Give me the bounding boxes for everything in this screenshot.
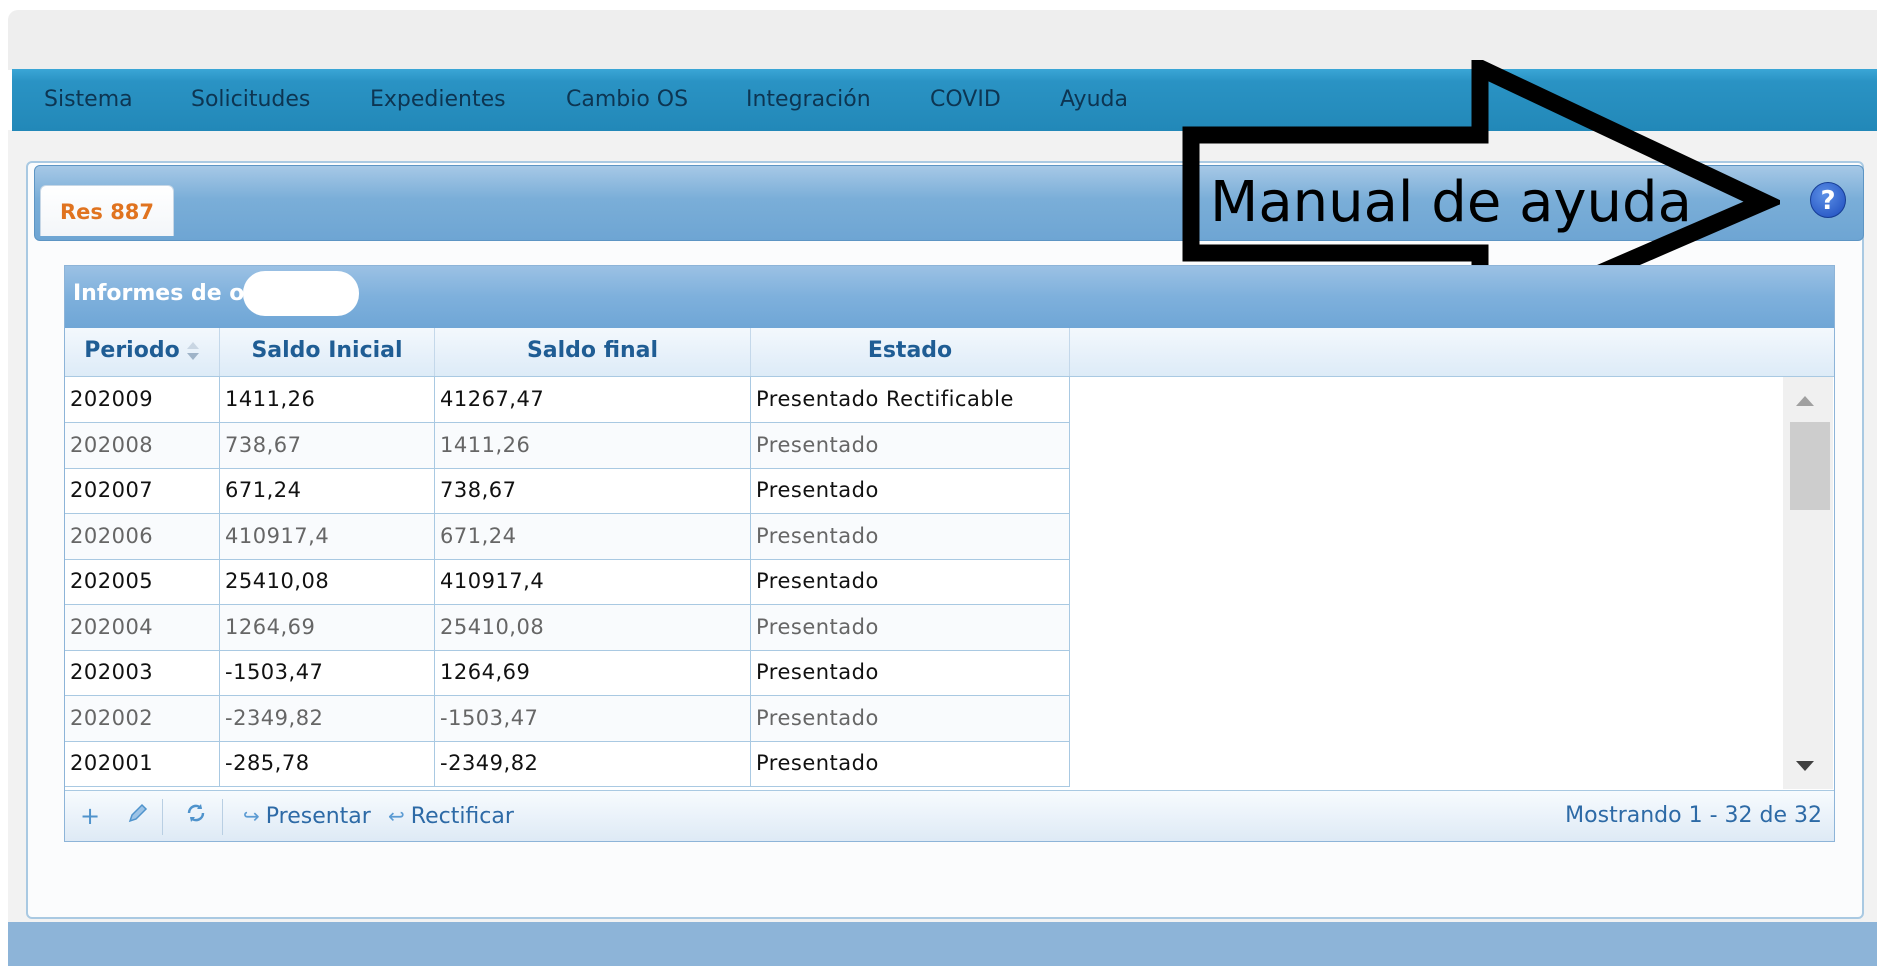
cell-saldo-final: 410917,4 — [435, 559, 751, 604]
back-arrow-icon: ↩ — [388, 804, 405, 828]
scrollbar-thumb[interactable] — [1790, 422, 1830, 510]
informes-grid: Informes de os Periodo Saldo Inicial Sal… — [64, 265, 1835, 842]
cell-periodo: 202006 — [65, 513, 220, 559]
grid-header: Periodo Saldo Inicial Saldo final Estado — [65, 328, 1834, 377]
cell-estado: Presentado Rectificable — [751, 377, 1070, 422]
redaction-mask — [243, 271, 359, 316]
cell-periodo: 202009 — [65, 377, 220, 422]
table-row[interactable]: 202006 410917,4 671,24 Presentado — [65, 513, 1070, 560]
col-header-label: Periodo — [84, 338, 180, 363]
cell-saldo-inicial: -285,78 — [220, 741, 435, 786]
sort-icon — [186, 342, 199, 360]
cell-periodo: 202002 — [65, 695, 220, 741]
cell-periodo: 202003 — [65, 650, 220, 695]
help-icon[interactable]: ? — [1810, 182, 1846, 218]
cell-estado: Presentado — [751, 604, 1070, 650]
table-row[interactable]: 202003 -1503,47 1264,69 Presentado — [65, 650, 1070, 696]
cell-periodo: 202001 — [65, 741, 220, 786]
grid-title: Informes de os — [73, 281, 258, 306]
rectificar-button[interactable]: ↩ Rectificar — [388, 799, 514, 833]
menu-item-expedientes[interactable]: Expedientes — [370, 69, 506, 131]
pencil-icon[interactable] — [123, 801, 153, 831]
cell-saldo-inicial: 738,67 — [220, 422, 435, 468]
scroll-up-arrow-icon[interactable] — [1794, 394, 1816, 408]
table-row[interactable]: 202004 1264,69 25410,08 Presentado — [65, 604, 1070, 651]
cell-estado: Presentado — [751, 513, 1070, 559]
table-row[interactable]: 202002 -2349,82 -1503,47 Presentado — [65, 695, 1070, 742]
cell-saldo-final: 1264,69 — [435, 650, 751, 695]
cell-saldo-inicial: 410917,4 — [220, 513, 435, 559]
cell-saldo-final: -1503,47 — [435, 695, 751, 741]
plus-icon[interactable]: + — [75, 801, 105, 831]
table-row[interactable]: 202007 671,24 738,67 Presentado — [65, 468, 1070, 514]
table-row[interactable]: 202009 1411,26 41267,47 Presentado Rectific… — [65, 377, 1070, 423]
cell-saldo-inicial: 671,24 — [220, 468, 435, 513]
cell-saldo-inicial: 1411,26 — [220, 377, 435, 422]
cell-saldo-final: 671,24 — [435, 513, 751, 559]
cell-periodo: 202005 — [65, 559, 220, 604]
col-header-estado[interactable]: Estado — [751, 328, 1070, 376]
forward-arrow-icon: ↪ — [243, 804, 260, 828]
cell-saldo-final: -2349,82 — [435, 741, 751, 786]
presentar-label: Presentar — [265, 804, 371, 829]
cell-estado: Presentado — [751, 468, 1070, 513]
cell-estado: Presentado — [751, 422, 1070, 468]
presentar-button[interactable]: ↪ Presentar — [243, 799, 371, 833]
cell-saldo-inicial: 1264,69 — [220, 604, 435, 650]
cell-saldo-inicial: -2349,82 — [220, 695, 435, 741]
table-row[interactable]: 202005 25410,08 410917,4 Presentado — [65, 559, 1070, 605]
col-header-saldo-inicial[interactable]: Saldo Inicial — [220, 328, 435, 376]
cell-periodo: 202007 — [65, 468, 220, 513]
cell-saldo-final: 1411,26 — [435, 422, 751, 468]
cell-saldo-final: 738,67 — [435, 468, 751, 513]
cell-estado: Presentado — [751, 741, 1070, 786]
cell-saldo-inicial: -1503,47 — [220, 650, 435, 695]
cell-saldo-final: 25410,08 — [435, 604, 751, 650]
bottom-band — [8, 922, 1877, 966]
cell-estado: Presentado — [751, 650, 1070, 695]
menu-item-sistema[interactable]: Sistema — [44, 69, 133, 131]
cell-estado: Presentado — [751, 559, 1070, 604]
cell-saldo-final: 41267,47 — [435, 377, 751, 422]
grid-body: 202009 1411,26 41267,47 Presentado Rectific… — [65, 377, 1834, 789]
menu-item-solicitudes[interactable]: Solicitudes — [191, 69, 310, 131]
rectificar-label: Rectificar — [410, 804, 514, 829]
menu-item-cambio-os[interactable]: Cambio OS — [566, 69, 688, 131]
annotation-manual-label: Manual de ayuda — [1210, 170, 1692, 235]
cell-periodo: 202004 — [65, 604, 220, 650]
table-row[interactable]: 202001 -285,78 -2349,82 Presentado — [65, 741, 1070, 787]
cell-periodo: 202008 — [65, 422, 220, 468]
grid-pager: + ↪ Presentar ↩ Rectificar Mostrando 1 - 3… — [65, 790, 1834, 841]
col-header-periodo[interactable]: Periodo — [65, 328, 220, 376]
cell-estado: Presentado — [751, 695, 1070, 741]
cell-saldo-inicial: 25410,08 — [220, 559, 435, 604]
tab-res-887[interactable]: Res 887 — [40, 185, 174, 236]
table-row[interactable]: 202008 738,67 1411,26 Presentado — [65, 422, 1070, 469]
menu-item-covid[interactable]: COVID — [930, 69, 1001, 131]
menu-item-integracion[interactable]: Integración — [746, 69, 871, 131]
grid-caption: Informes de os — [65, 266, 1834, 328]
refresh-icon[interactable] — [181, 801, 211, 831]
scroll-down-arrow-icon[interactable] — [1794, 759, 1816, 773]
pager-status: Mostrando 1 - 32 de 32 — [1565, 803, 1822, 828]
menu-item-ayuda[interactable]: Ayuda — [1060, 69, 1128, 131]
col-header-saldo-final[interactable]: Saldo final — [435, 328, 751, 376]
